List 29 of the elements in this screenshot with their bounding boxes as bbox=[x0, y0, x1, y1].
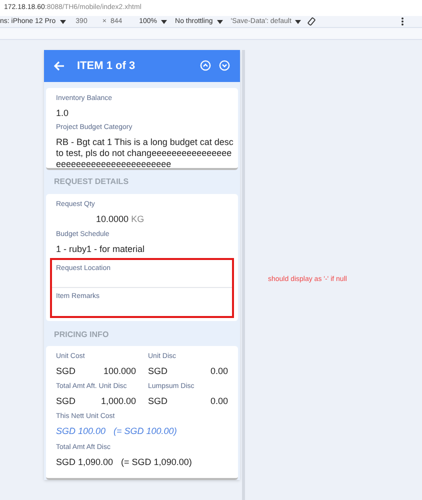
amount-value: 0.00 bbox=[210, 396, 228, 407]
amount-value: 0.00 bbox=[210, 366, 228, 377]
more-icon[interactable] bbox=[401, 17, 404, 26]
caret-icon bbox=[60, 20, 66, 24]
currency-text: SGD bbox=[56, 396, 76, 407]
quantity-value: 10.0000 bbox=[96, 214, 129, 224]
field-value: 1 - ruby1 - for material bbox=[56, 244, 146, 255]
total-value: SGD 1,090.00 bbox=[56, 457, 114, 468]
currency-text: SGD bbox=[56, 366, 76, 377]
unit-text: KG bbox=[131, 214, 144, 224]
currency-text: SGD bbox=[148, 366, 168, 377]
section-title: REQUEST DETAILS bbox=[53, 176, 130, 188]
caret-icon bbox=[161, 20, 168, 24]
base-total-value: (= SGD 1,090.00) bbox=[121, 457, 192, 468]
caret-icon bbox=[216, 20, 223, 24]
caret-icon bbox=[295, 20, 302, 24]
field-value: RB - Bgt cat 1 This is a long budget cat desc to test, pls do not changeeeeeeeeeeeeeeeeeeeeeeeeeeeeeeeeeeeeeee bbox=[56, 136, 234, 168]
amount-value: 1,000.00 bbox=[100, 396, 136, 407]
amount-value: 100.000 bbox=[103, 366, 136, 377]
base-cost-value: (= SGD 100.00) bbox=[114, 426, 177, 437]
currency-text: SGD bbox=[148, 396, 168, 407]
chevron-down-icon[interactable] bbox=[219, 60, 230, 72]
nett-cost-value: SGD 100.00 bbox=[56, 426, 106, 437]
back-arrow-icon[interactable] bbox=[54, 60, 65, 71]
section-title: PRICING INFO bbox=[53, 329, 110, 341]
field-value: 1.0 bbox=[56, 108, 70, 119]
chevron-up-icon[interactable] bbox=[200, 60, 211, 72]
item-title: ITEM 1 of 3 bbox=[77, 58, 136, 74]
rotate-icon[interactable] bbox=[307, 17, 316, 26]
